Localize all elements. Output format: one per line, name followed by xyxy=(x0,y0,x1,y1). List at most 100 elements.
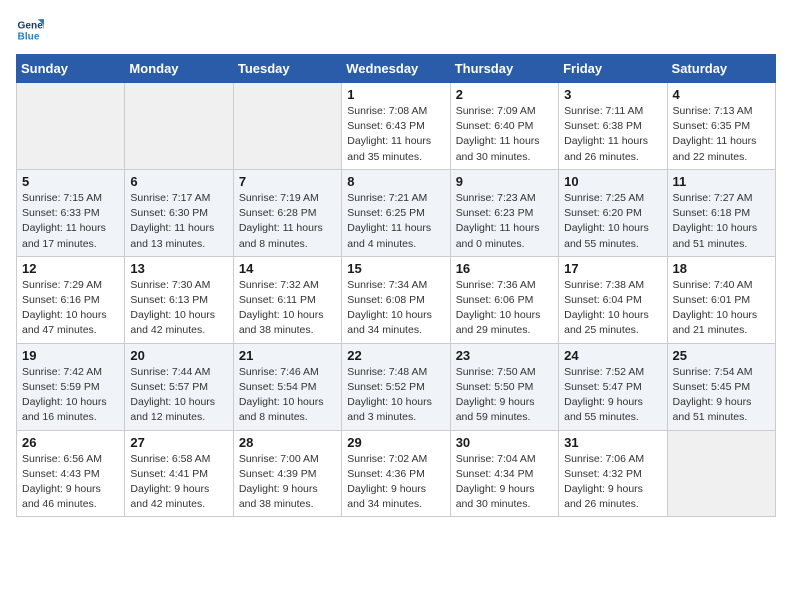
day-info: Sunrise: 7:02 AM Sunset: 4:36 PM Dayligh… xyxy=(347,452,444,513)
calendar-cell: 30Sunrise: 7:04 AM Sunset: 4:34 PM Dayli… xyxy=(450,430,558,517)
day-info: Sunrise: 7:08 AM Sunset: 6:43 PM Dayligh… xyxy=(347,104,444,165)
calendar-cell: 12 Sunrise: 7:29 AM Sunset: 6:16 PM Dayli… xyxy=(17,256,125,343)
calendar-cell: 21Sunrise: 7:46 AM Sunset: 5:54 PM Dayli… xyxy=(233,343,341,430)
week-row-4: 19 Sunrise: 7:42 AM Sunset: 5:59 PM Dayli… xyxy=(17,343,776,430)
day-info: Sunrise: 7:36 AM Sunset: 6:06 PM Dayligh… xyxy=(456,278,553,339)
logo-icon: General Blue xyxy=(16,16,44,44)
day-number: 7 xyxy=(239,174,336,189)
svg-text:General: General xyxy=(18,20,44,31)
day-info: Sunrise: 7:29 AM Sunset: 6:16 PM Dayligh… xyxy=(22,278,119,339)
day-number: 9 xyxy=(456,174,553,189)
calendar-cell xyxy=(233,83,341,170)
day-info: Sunrise: 7:50 AM Sunset: 5:50 PM Dayligh… xyxy=(456,365,553,426)
calendar-cell: 2 Sunrise: 7:09 AM Sunset: 6:40 PM Daylig… xyxy=(450,83,558,170)
day-number: 21 xyxy=(239,348,336,363)
week-row-5: 26 Sunrise: 6:56 AM Sunset: 4:43 PM Dayli… xyxy=(17,430,776,517)
day-number: 18 xyxy=(673,261,770,276)
day-info: Sunrise: 7:06 AM Sunset: 4:32 PM Dayligh… xyxy=(564,452,661,513)
day-number: 11 xyxy=(673,174,770,189)
day-info: Sunrise: 7:17 AM Sunset: 6:30 PM Dayligh… xyxy=(130,191,227,252)
day-number: 3 xyxy=(564,87,661,102)
day-number: 10 xyxy=(564,174,661,189)
calendar-cell: 7 Sunrise: 7:19 AM Sunset: 6:28 PM Daylig… xyxy=(233,169,341,256)
header-day-wednesday: Wednesday xyxy=(342,55,450,83)
day-number: 31 xyxy=(564,435,661,450)
day-number: 2 xyxy=(456,87,553,102)
calendar-cell: 26 Sunrise: 6:56 AM Sunset: 4:43 PM Dayli… xyxy=(17,430,125,517)
header-day-friday: Friday xyxy=(559,55,667,83)
day-number: 5 xyxy=(22,174,119,189)
calendar-cell: 4Sunrise: 7:13 AM Sunset: 6:35 PM Daylig… xyxy=(667,83,775,170)
calendar-cell: 31 Sunrise: 7:06 AM Sunset: 4:32 PM Dayli… xyxy=(559,430,667,517)
day-number: 15 xyxy=(347,261,444,276)
day-number: 20 xyxy=(130,348,227,363)
day-info: Sunrise: 7:32 AM Sunset: 6:11 PM Dayligh… xyxy=(239,278,336,339)
calendar-table: SundayMondayTuesdayWednesdayThursdayFrid… xyxy=(16,54,776,517)
day-number: 17 xyxy=(564,261,661,276)
calendar-cell: 24 Sunrise: 7:52 AM Sunset: 5:47 PM Dayli… xyxy=(559,343,667,430)
calendar-cell: 3 Sunrise: 7:11 AM Sunset: 6:38 PM Daylig… xyxy=(559,83,667,170)
day-info: Sunrise: 7:44 AM Sunset: 5:57 PM Dayligh… xyxy=(130,365,227,426)
day-info: Sunrise: 7:19 AM Sunset: 6:28 PM Dayligh… xyxy=(239,191,336,252)
day-info: Sunrise: 7:30 AM Sunset: 6:13 PM Dayligh… xyxy=(130,278,227,339)
day-number: 13 xyxy=(130,261,227,276)
calendar-cell: 9 Sunrise: 7:23 AM Sunset: 6:23 PM Daylig… xyxy=(450,169,558,256)
calendar-cell: 6Sunrise: 7:17 AM Sunset: 6:30 PM Daylig… xyxy=(125,169,233,256)
day-info: Sunrise: 7:48 AM Sunset: 5:52 PM Dayligh… xyxy=(347,365,444,426)
day-info: Sunrise: 7:34 AM Sunset: 6:08 PM Dayligh… xyxy=(347,278,444,339)
calendar-cell: 13 Sunrise: 7:30 AM Sunset: 6:13 PM Dayli… xyxy=(125,256,233,343)
day-info: Sunrise: 7:27 AM Sunset: 6:18 PM Dayligh… xyxy=(673,191,770,252)
calendar-cell: 22 Sunrise: 7:48 AM Sunset: 5:52 PM Dayli… xyxy=(342,343,450,430)
day-info: Sunrise: 7:09 AM Sunset: 6:40 PM Dayligh… xyxy=(456,104,553,165)
calendar-cell: 17Sunrise: 7:38 AM Sunset: 6:04 PM Dayli… xyxy=(559,256,667,343)
day-info: Sunrise: 7:42 AM Sunset: 5:59 PM Dayligh… xyxy=(22,365,119,426)
day-number: 23 xyxy=(456,348,553,363)
day-number: 28 xyxy=(239,435,336,450)
calendar-cell: 20 Sunrise: 7:44 AM Sunset: 5:57 PM Dayli… xyxy=(125,343,233,430)
day-info: Sunrise: 7:11 AM Sunset: 6:38 PM Dayligh… xyxy=(564,104,661,165)
day-number: 1 xyxy=(347,87,444,102)
day-number: 12 xyxy=(22,261,119,276)
day-info: Sunrise: 7:21 AM Sunset: 6:25 PM Dayligh… xyxy=(347,191,444,252)
day-number: 16 xyxy=(456,261,553,276)
calendar-cell: 16 Sunrise: 7:36 AM Sunset: 6:06 PM Dayli… xyxy=(450,256,558,343)
day-number: 19 xyxy=(22,348,119,363)
calendar-cell: 1 Sunrise: 7:08 AM Sunset: 6:43 PM Daylig… xyxy=(342,83,450,170)
calendar-cell: 8 Sunrise: 7:21 AM Sunset: 6:25 PM Daylig… xyxy=(342,169,450,256)
calendar-header-row: SundayMondayTuesdayWednesdayThursdayFrid… xyxy=(17,55,776,83)
calendar-cell xyxy=(667,430,775,517)
calendar-cell: 27Sunrise: 6:58 AM Sunset: 4:41 PM Dayli… xyxy=(125,430,233,517)
day-info: Sunrise: 7:15 AM Sunset: 6:33 PM Dayligh… xyxy=(22,191,119,252)
day-info: Sunrise: 7:23 AM Sunset: 6:23 PM Dayligh… xyxy=(456,191,553,252)
svg-text:Blue: Blue xyxy=(18,31,40,42)
day-info: Sunrise: 7:25 AM Sunset: 6:20 PM Dayligh… xyxy=(564,191,661,252)
week-row-2: 5 Sunrise: 7:15 AM Sunset: 6:33 PM Daylig… xyxy=(17,169,776,256)
day-number: 24 xyxy=(564,348,661,363)
day-info: Sunrise: 6:58 AM Sunset: 4:41 PM Dayligh… xyxy=(130,452,227,513)
day-number: 4 xyxy=(673,87,770,102)
calendar-cell: 11 Sunrise: 7:27 AM Sunset: 6:18 PM Dayli… xyxy=(667,169,775,256)
day-info: Sunrise: 6:56 AM Sunset: 4:43 PM Dayligh… xyxy=(22,452,119,513)
calendar-cell: 14Sunrise: 7:32 AM Sunset: 6:11 PM Dayli… xyxy=(233,256,341,343)
calendar-cell: 28 Sunrise: 7:00 AM Sunset: 4:39 PM Dayli… xyxy=(233,430,341,517)
day-info: Sunrise: 7:04 AM Sunset: 4:34 PM Dayligh… xyxy=(456,452,553,513)
day-number: 29 xyxy=(347,435,444,450)
header-day-tuesday: Tuesday xyxy=(233,55,341,83)
day-info: Sunrise: 7:40 AM Sunset: 6:01 PM Dayligh… xyxy=(673,278,770,339)
header-day-saturday: Saturday xyxy=(667,55,775,83)
week-row-1: 1 Sunrise: 7:08 AM Sunset: 6:43 PM Daylig… xyxy=(17,83,776,170)
week-row-3: 12 Sunrise: 7:29 AM Sunset: 6:16 PM Dayli… xyxy=(17,256,776,343)
day-number: 26 xyxy=(22,435,119,450)
calendar-cell xyxy=(17,83,125,170)
calendar-cell: 23 Sunrise: 7:50 AM Sunset: 5:50 PM Dayli… xyxy=(450,343,558,430)
day-number: 8 xyxy=(347,174,444,189)
day-info: Sunrise: 7:52 AM Sunset: 5:47 PM Dayligh… xyxy=(564,365,661,426)
header-day-thursday: Thursday xyxy=(450,55,558,83)
header-day-monday: Monday xyxy=(125,55,233,83)
day-info: Sunrise: 7:00 AM Sunset: 4:39 PM Dayligh… xyxy=(239,452,336,513)
day-info: Sunrise: 7:54 AM Sunset: 5:45 PM Dayligh… xyxy=(673,365,770,426)
day-number: 22 xyxy=(347,348,444,363)
calendar-cell xyxy=(125,83,233,170)
calendar-cell: 18 Sunrise: 7:40 AM Sunset: 6:01 PM Dayli… xyxy=(667,256,775,343)
day-number: 25 xyxy=(673,348,770,363)
